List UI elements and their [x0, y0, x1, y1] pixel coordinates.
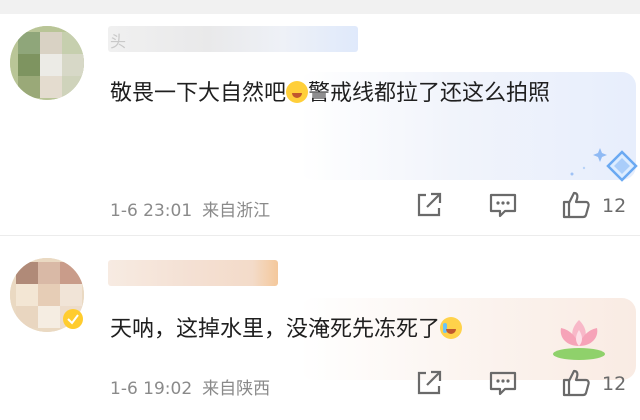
comment-time: 1-6 23:01 — [110, 201, 193, 221]
laughing-tears-emoji-icon — [286, 81, 309, 103]
lotus-icon — [553, 320, 605, 360]
comment-text: 天呐，这掉水里，没淹死先冻死了 — [110, 308, 610, 352]
username-blurred[interactable] — [108, 260, 278, 286]
reply-icon[interactable] — [488, 368, 518, 398]
like-count: 12 — [602, 195, 627, 217]
reply-icon[interactable] — [488, 190, 518, 220]
comment-item: 头 敬畏一下大自然吧 警戒线都拉了还这么拍照 1-6 23:01 来自浙江 12 — [0, 14, 640, 235]
diamond-sparkle-icon — [570, 148, 638, 182]
comment-time: 1-6 19:02 — [110, 379, 193, 399]
share-icon[interactable] — [414, 190, 444, 220]
comment-item: 天呐，这掉水里，没淹死先冻死了 1-6 19:02 来自陕西 12 — [0, 236, 640, 420]
badge-icon — [63, 309, 83, 329]
thumbs-up-icon[interactable] — [561, 368, 591, 398]
comment-text: 敬畏一下大自然吧 警戒线都拉了还这么拍照 — [110, 72, 610, 116]
username-blurred[interactable] — [108, 26, 358, 52]
like-count: 12 — [602, 373, 627, 395]
comment-location: 来自浙江 — [202, 201, 271, 221]
comment-location: 来自陕西 — [202, 379, 271, 399]
avatar[interactable] — [10, 26, 84, 100]
top-strip — [0, 0, 640, 14]
username-initial: 头 — [110, 32, 127, 51]
comment-text-part: 天呐，这掉水里，没淹死先冻死了 — [110, 317, 441, 342]
comment-meta: 1-6 23:01 来自浙江 — [110, 196, 270, 221]
share-icon[interactable] — [414, 368, 444, 398]
comment-text-part: 敬畏一下大自然吧 — [110, 81, 287, 106]
thumbs-up-icon[interactable] — [561, 190, 591, 220]
crying-emoji-icon — [440, 317, 463, 339]
comment-meta: 1-6 19:02 来自陕西 — [110, 374, 270, 399]
comment-text-part: 警戒线都拉了还这么拍照 — [308, 81, 551, 106]
